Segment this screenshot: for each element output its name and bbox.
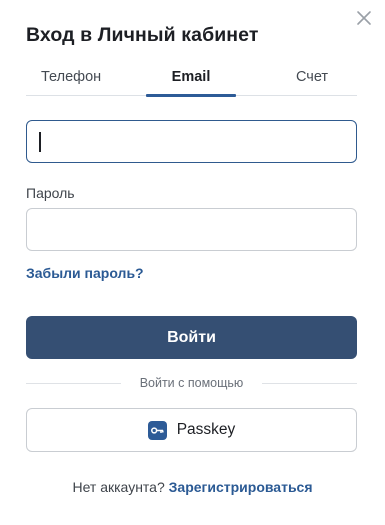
password-label: Пароль xyxy=(26,185,75,201)
login-button[interactable]: Войти xyxy=(26,316,357,359)
email-input[interactable] xyxy=(27,121,356,162)
email-field[interactable] xyxy=(26,120,357,163)
register-link[interactable]: Зарегистрироваться xyxy=(169,479,313,495)
close-button[interactable] xyxy=(356,10,372,26)
close-icon xyxy=(357,11,371,25)
divider: Войти с помощью xyxy=(26,376,357,390)
password-input[interactable] xyxy=(27,209,356,250)
forgot-password-link[interactable]: Забыли пароль? xyxy=(26,265,144,281)
text-caret xyxy=(39,132,41,152)
tab-email[interactable]: Email xyxy=(146,66,236,97)
passkey-label: Passkey xyxy=(176,421,236,438)
register-row: Нет аккаунта? Зарегистрироваться xyxy=(0,479,385,495)
tab-account[interactable]: Счет xyxy=(267,66,357,96)
key-icon xyxy=(147,420,167,440)
passkey-button[interactable]: Passkey xyxy=(26,408,357,452)
dialog-title: Вход в Личный кабинет xyxy=(26,24,259,46)
login-method-tabs: Телефон Email Счет xyxy=(26,66,357,97)
no-account-text: Нет аккаунта? xyxy=(72,479,165,495)
tab-phone[interactable]: Телефон xyxy=(26,66,118,96)
password-field[interactable] xyxy=(26,208,357,251)
divider-line-right xyxy=(262,383,357,384)
